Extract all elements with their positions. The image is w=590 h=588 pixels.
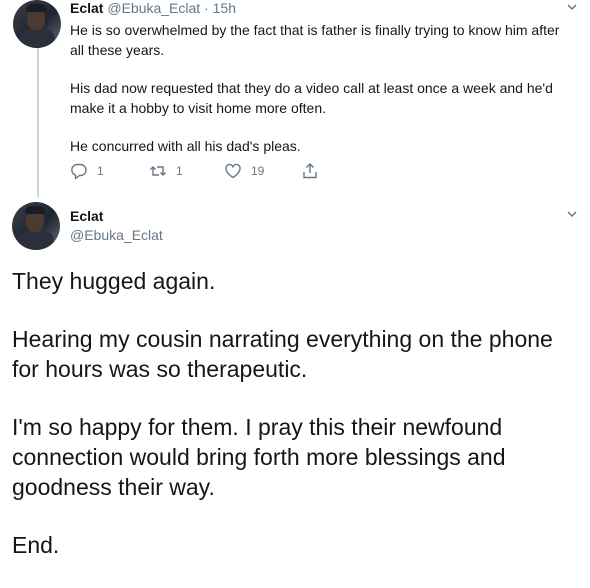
- like-icon: [225, 163, 241, 179]
- tweet-paragraph: His dad now requested that they do a vid…: [70, 80, 553, 116]
- retweet-icon: [150, 166, 166, 176]
- chevron-down-icon[interactable]: [565, 0, 579, 14]
- author-handle[interactable]: @Ebuka_Eclat: [70, 227, 163, 243]
- share-button[interactable]: [301, 162, 319, 180]
- reply-icon: [71, 163, 87, 180]
- like-count: 19: [251, 164, 265, 178]
- reply-button[interactable]: 1: [70, 162, 104, 180]
- avatar-body: [19, 28, 55, 48]
- tweet-paragraph: They hugged again.: [12, 268, 216, 294]
- tweet-body: They hugged again. Hearing my cousin nar…: [12, 266, 580, 588]
- avatar-cap: [25, 206, 45, 214]
- author-name[interactable]: Eclat: [70, 0, 103, 16]
- tweet-time[interactable]: 15h: [213, 0, 236, 16]
- avatar[interactable]: [12, 202, 60, 250]
- retweet-button[interactable]: 1: [149, 162, 183, 180]
- author-name[interactable]: Eclat: [70, 208, 103, 224]
- header-separator: ·: [204, 0, 209, 16]
- avatar[interactable]: [13, 0, 61, 48]
- thread-connector-line: [37, 47, 39, 197]
- tweet-paragraph: I'm so happy for them. I pray this their…: [12, 414, 506, 500]
- tweet-body: He is so overwhelmed by the fact that is…: [70, 20, 575, 174]
- retweet-count: 1: [176, 164, 183, 178]
- chevron-down-icon[interactable]: [565, 207, 579, 221]
- tweet-paragraph: He concurred with all his dad's pleas.: [70, 138, 301, 154]
- share-icon: [303, 163, 317, 179]
- tweet-header: Eclat @Ebuka_Eclat · 15h: [70, 0, 236, 16]
- tweet-paragraph: Hearing my cousin narrating everything o…: [12, 326, 553, 382]
- tweet-paragraph: He is so overwhelmed by the fact that is…: [70, 22, 560, 58]
- avatar-body: [18, 230, 54, 250]
- like-button[interactable]: 19: [224, 162, 264, 180]
- reply-count: 1: [97, 164, 104, 178]
- avatar-cap: [26, 4, 46, 12]
- author-handle[interactable]: @Ebuka_Eclat: [107, 0, 200, 16]
- tweet-paragraph: End.: [12, 532, 60, 558]
